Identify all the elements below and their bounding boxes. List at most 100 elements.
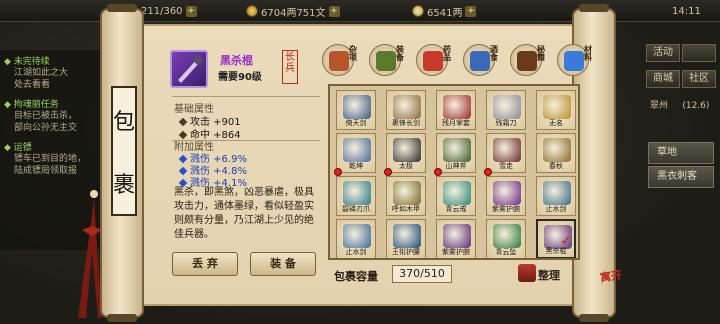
slot-item-name: 倚天剑: [345, 119, 367, 127]
inventory-slot[interactable]: 无名: [536, 90, 576, 130]
inventory-slot[interactable]: 裹锋长剑: [386, 90, 426, 130]
target-label: 草地: [657, 147, 677, 158]
inventory-slot[interactable]: 碧磷刃爪: [336, 176, 376, 216]
silver-coin-icon: [412, 5, 424, 17]
quest-title[interactable]: ◆ 拘魂丽任务: [4, 97, 106, 110]
slot-item-name: 止水剑: [345, 248, 367, 256]
bag-title: 包 裹: [111, 86, 137, 216]
item-icon: [543, 181, 571, 205]
placeholder-button[interactable]: [682, 44, 716, 62]
discard-button[interactable]: 丢 弃: [172, 252, 238, 276]
region-label: 翠州 (12.6): [650, 98, 709, 111]
slot-item-name: 无名: [549, 119, 563, 127]
quest-title[interactable]: ◆ 未完待续: [4, 54, 106, 67]
selected-item-icon: [170, 50, 208, 88]
inventory-slot[interactable]: 倚天剑: [336, 90, 376, 130]
quest-title[interactable]: ◆ 运镖: [4, 140, 106, 153]
target-grass[interactable]: 草地: [648, 142, 714, 164]
energy-value: 211/360: [141, 5, 183, 17]
divider: [172, 96, 320, 97]
tab-label: 酒食: [490, 45, 498, 62]
gold-coin-icon: [246, 5, 258, 17]
clock: 14:11: [672, 4, 701, 18]
game-screen: 211/360 + 6704两751文 + 6541两 + 公告 14:11 ◆…: [0, 0, 720, 324]
tab-label: 杂项: [349, 45, 357, 62]
inventory-slot[interactable]: 山神斧: [434, 133, 476, 176]
slot-item-name: 残月掌套: [442, 119, 470, 127]
item-icon: [443, 224, 471, 248]
slot-item-name: 雪走: [499, 162, 513, 170]
quest-line: 目标已被击杀，: [14, 111, 78, 121]
inventory-slot[interactable]: 春秋: [536, 133, 576, 173]
community-button[interactable]: 社区: [682, 70, 716, 88]
equip-button[interactable]: 装 备: [250, 252, 316, 276]
item-name: 黑杀棍: [220, 54, 253, 67]
inventory-slot[interactable]: 黑杀棍 ✓: [536, 219, 576, 258]
item-icon: [393, 138, 421, 162]
inventory-slot[interactable]: 紫雾护腕: [486, 176, 526, 216]
item-icon: [393, 181, 421, 205]
selected-check-icon: ✓: [560, 233, 572, 249]
roll-cap: [107, 4, 137, 12]
target-label: 黑衣刺客: [657, 171, 697, 182]
sort-button[interactable]: 整理: [538, 267, 560, 283]
inventory-slot[interactable]: 王衔护腰: [386, 219, 426, 258]
tab-label: 材料: [584, 45, 592, 62]
new-indicator-dot: [484, 168, 492, 176]
silver-value: 6541两: [427, 7, 463, 19]
slot-item-name: 碧磷刃爪: [342, 205, 370, 213]
inventory-slot[interactable]: 青云戒: [436, 176, 476, 216]
tab-label: 装备: [396, 45, 404, 62]
quest-line: 陆成镖局领取报: [14, 166, 78, 176]
add-silver-button[interactable]: +: [465, 5, 477, 17]
roll-cap: [579, 4, 609, 12]
item-icon: [343, 95, 371, 119]
shop-button[interactable]: 商城: [646, 70, 680, 88]
inventory-slot[interactable]: 呼如木甲: [386, 176, 426, 216]
slot-item-name: 紫雾护腕: [492, 205, 520, 213]
quest-line: 江湖如此之大: [14, 68, 69, 78]
clock-value: 14:11: [672, 5, 701, 17]
inventory-slot[interactable]: 紫雾护腕: [436, 219, 476, 258]
brand-seal: 寓开: [599, 268, 623, 285]
quest-line: 镖车已到目的地，: [14, 154, 87, 164]
item-icon: [493, 224, 521, 248]
add-gold-button[interactable]: +: [328, 5, 340, 17]
slot-item-name: 裹锋长剑: [392, 119, 420, 127]
slot-item-name: 残霜刀: [495, 119, 517, 127]
quest-line: 处去看看: [14, 80, 51, 90]
inventory-slot[interactable]: 残月掌套: [436, 90, 476, 130]
region-name: 翠州: [650, 101, 669, 111]
tab-label: 秘籍: [537, 45, 545, 62]
slot-item-name: 紫雾护腕: [442, 248, 470, 256]
slot-item-name: 青云坠: [495, 248, 517, 256]
item-icon: [343, 138, 371, 162]
activity-button[interactable]: 活动: [646, 44, 680, 62]
item-icon: [493, 95, 521, 119]
inventory-slot[interactable]: 止水剑: [536, 176, 576, 216]
target-assassin[interactable]: 黑衣刺客: [648, 166, 714, 188]
inventory-slot[interactable]: 青云坠: [486, 219, 526, 258]
bag-title-char: 裹: [113, 172, 136, 198]
gold-value: 6704两751文: [261, 7, 326, 19]
inventory-slot[interactable]: 残霜刀: [486, 90, 526, 130]
item-icon: [343, 224, 371, 248]
capacity-value: 370/510: [392, 265, 452, 283]
slot-item-name: 止水剑: [545, 205, 567, 213]
item-type-tag: 长兵: [282, 50, 298, 84]
inventory-slot[interactable]: 止水剑: [336, 219, 376, 258]
tab-label: 药品: [443, 45, 451, 62]
slot-item-name: 乾坤: [349, 162, 363, 170]
add-energy-button[interactable]: +: [185, 5, 197, 17]
inventory-slot[interactable]: 乾坤: [334, 133, 376, 176]
sort-icon[interactable]: [518, 264, 536, 282]
inventory-slot[interactable]: 雪走: [484, 133, 526, 176]
item-icon: [393, 95, 421, 119]
item-description: 黑杀，即黑煞，凶恶暴虐，极具攻击力，通体墨绿，看似轻盈实则颇有分量，乃江湖上少见…: [174, 187, 314, 240]
slot-item-name: 青云戒: [445, 205, 467, 213]
capacity-label: 包裹容量: [334, 270, 378, 283]
item-icon: [393, 224, 421, 248]
inventory-slot[interactable]: 太极: [384, 133, 426, 176]
new-indicator-dot: [384, 168, 392, 176]
silver-display: 6541两 +: [412, 4, 477, 19]
